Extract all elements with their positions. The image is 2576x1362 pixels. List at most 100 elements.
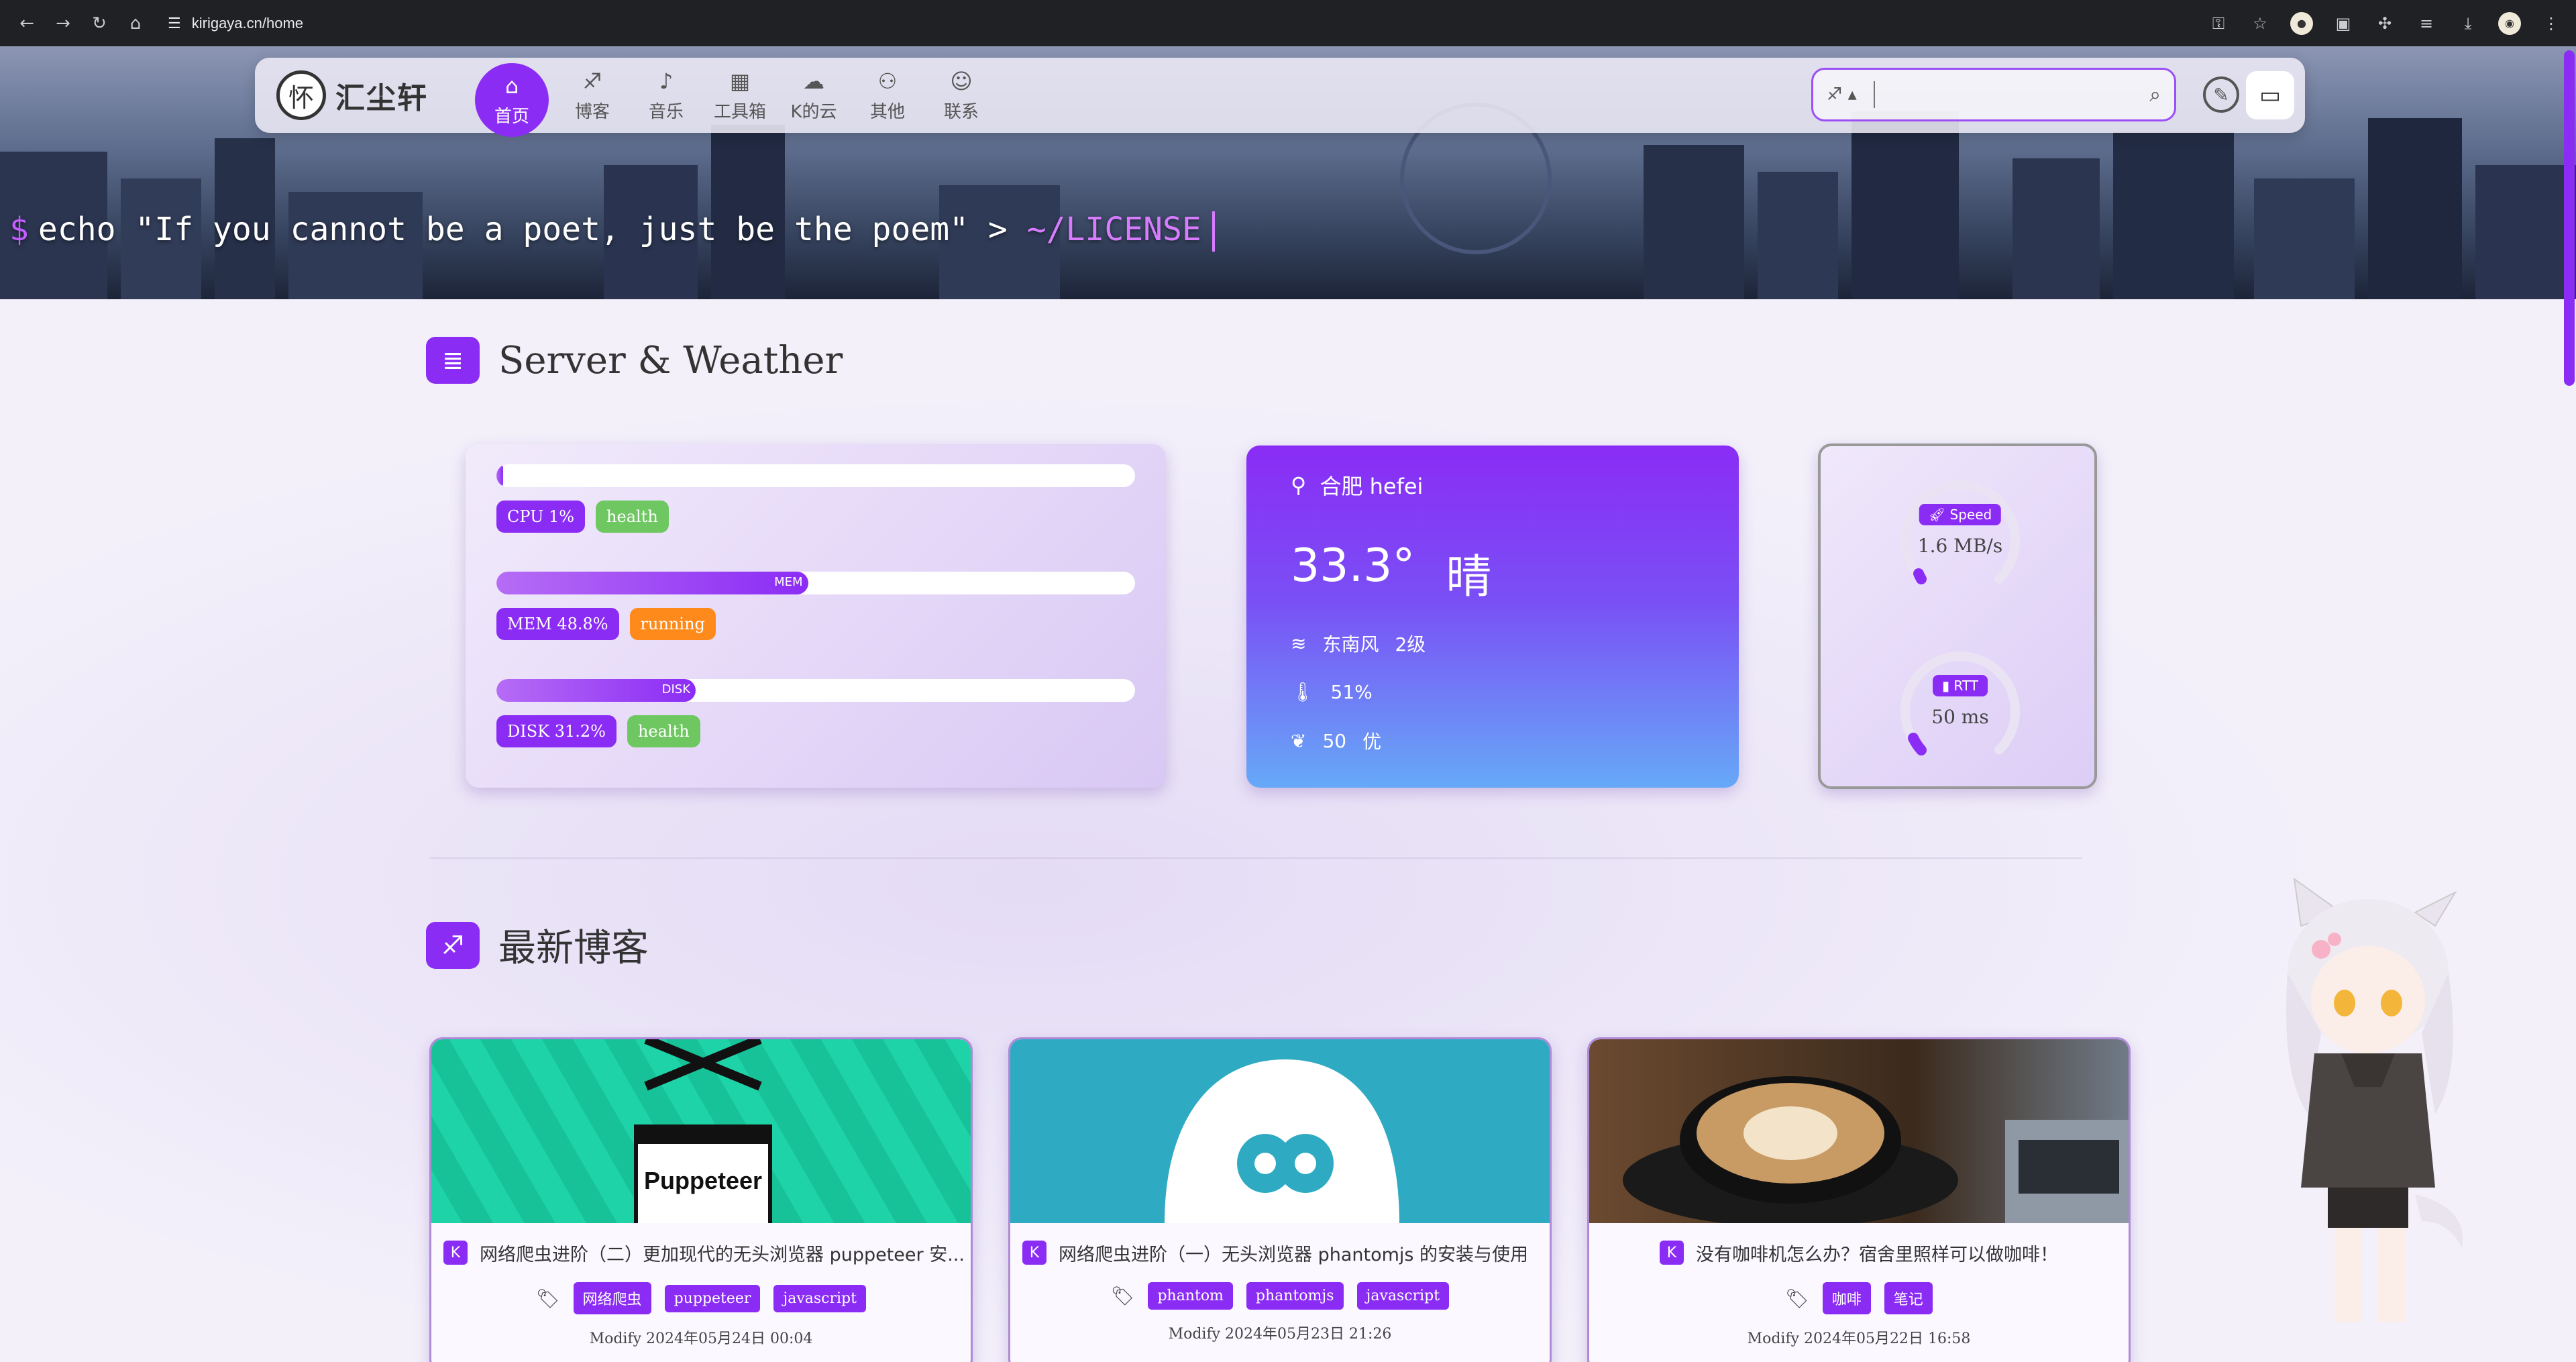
forward-icon[interactable]: →	[50, 10, 76, 37]
post-modified-date: Modify 2024年05月22日 16:58	[1747, 1330, 1971, 1347]
post-cover-image	[1589, 1039, 2129, 1223]
post-modified-date: Modify 2024年05月23日 21:26	[1168, 1326, 1392, 1343]
url-text: kirigaya.cn/home	[191, 14, 304, 32]
weather-main: 33.3° 晴	[1291, 539, 1695, 606]
blog-post-card[interactable]: Puppeteer K 网络爬虫进阶（二）更加现代的无头浏览器 puppetee…	[429, 1037, 973, 1362]
post-title-text: 网络爬虫进阶（一）无头浏览器 phantomjs 的安装与使用	[1059, 1244, 1529, 1265]
post-title[interactable]: K 网络爬虫进阶（一）无头浏览器 phantomjs 的安装与使用	[1010, 1223, 1550, 1282]
rtt-value: 50 ms	[1931, 706, 1989, 728]
reading-list-icon[interactable]: ≡	[2415, 12, 2438, 35]
post-cover-image	[1010, 1039, 1550, 1223]
mem-bar-text: MEM	[774, 575, 803, 589]
post-tag[interactable]: javascript	[1356, 1282, 1450, 1310]
user-avatar[interactable]: ▭	[2246, 71, 2294, 119]
site-logo[interactable]: 怀 汇尘轩	[270, 68, 435, 122]
rtt-label: ▮ RTT	[1933, 675, 1988, 696]
back-icon[interactable]: ←	[13, 10, 40, 37]
post-tag[interactable]: 笔记	[1884, 1282, 1933, 1314]
bookmark-star-icon[interactable]: ☆	[2249, 12, 2271, 35]
post-title[interactable]: K 没有咖啡机怎么办？宿舍里照样可以做咖啡！	[1589, 1223, 2129, 1282]
nav-item-blog[interactable]: ♐ 博客	[562, 58, 623, 133]
post-tags: 🏷︎ phantom phantomjs javascript	[1010, 1282, 1550, 1310]
search-engine-selector[interactable]: ♐ ▴	[1827, 85, 1874, 105]
post-tag[interactable]: phantom	[1148, 1282, 1233, 1310]
aqi-value: 50	[1322, 729, 1347, 752]
nav-item-label: 首页	[494, 106, 529, 127]
cpu-usage-badge: CPU 1%	[496, 501, 586, 533]
section-title-blog: ♐ 最新博客	[426, 918, 649, 972]
post-cover-image: Puppeteer	[431, 1039, 971, 1223]
mem-bar-fill: MEM	[496, 572, 808, 594]
section-divider	[429, 857, 2082, 859]
site-settings-icon[interactable]: ☰	[168, 15, 181, 32]
aqi-row: ❦ 50 优	[1291, 727, 1695, 754]
mem-status-badge: running	[629, 608, 716, 640]
post-tag[interactable]: phantomjs	[1246, 1282, 1344, 1310]
nav-item-toolbox[interactable]: ▦ 工具箱	[710, 58, 770, 133]
wind-row: ≋ 东南风 2级	[1291, 630, 1695, 657]
section-title-text: 最新博客	[498, 927, 649, 970]
address-bar[interactable]: ☰ kirigaya.cn/home	[168, 15, 303, 32]
rtt-label-text: RTT	[1953, 678, 1978, 694]
menu-icon[interactable]: ⋮	[2540, 12, 2563, 35]
command-path: ~/LICENSE	[1026, 211, 1201, 248]
author-badge-icon: K	[1022, 1241, 1046, 1265]
extension-avatar-icon[interactable]: ●	[2290, 11, 2313, 35]
anime-cat-girl-mascot[interactable]	[2261, 872, 2482, 1342]
nav-item-cloud[interactable]: ☁ K的云	[784, 58, 844, 133]
grid-icon: ▦	[729, 68, 751, 94]
command-text: echo "If you cannot be a poet, just be t…	[38, 211, 1008, 248]
search-input[interactable]	[1882, 84, 2150, 105]
disk-status-badge: health	[627, 715, 700, 747]
reload-icon[interactable]: ↻	[86, 10, 113, 37]
cpu-status-badge: health	[596, 501, 669, 533]
post-tag[interactable]: 网络爬虫	[573, 1282, 651, 1314]
mem-row: MEM MEM 48.8% running	[496, 572, 1135, 679]
thermometer-icon: 🌡︎	[1291, 681, 1315, 703]
post-title[interactable]: K 网络爬虫进阶（二）更加现代的无头浏览器 puppeteer 安...	[431, 1223, 971, 1282]
post-tags: 🏷︎ 网络爬虫 puppeteer javascript	[431, 1282, 971, 1314]
page-scrollbar[interactable]	[2561, 46, 2576, 1362]
nav-item-label: 其他	[869, 101, 905, 122]
edit-icon[interactable]: ✎	[2203, 76, 2239, 113]
download-icon[interactable]: ⤓	[2457, 12, 2479, 35]
coffee-cup-photo	[1623, 1076, 2129, 1223]
speed-gauge: 🚀︎ Speed 1.6 MB/s	[1893, 473, 2027, 607]
weather-location: ⚲ 合肥 hefei	[1291, 470, 1695, 501]
profile-icon[interactable]: ◉	[2498, 11, 2521, 35]
extension-icon[interactable]: ▣	[2332, 12, 2355, 35]
city-name: 合肥 hefei	[1320, 474, 1424, 499]
blog-icon: ♐	[426, 921, 480, 969]
guitar-icon: ♪	[659, 68, 674, 94]
search-icon[interactable]: ⌕	[2149, 83, 2161, 107]
prompt-symbol: $	[9, 211, 29, 248]
browser-toolbar: ← → ↻ ⌂ ☰ kirigaya.cn/home ⚿ ☆ ● ▣ ✣ ≡ ⤓…	[0, 0, 2576, 46]
puzzle-icon[interactable]: ✣	[2373, 12, 2396, 35]
mem-bar: MEM	[496, 572, 1135, 594]
disk-row: DISK DISK 31.2% health	[496, 679, 1135, 786]
leaf-icon: ❦	[1291, 729, 1307, 752]
tag-icon: 🏷︎	[536, 1287, 560, 1310]
scrollbar-thumb[interactable]	[2564, 50, 2575, 386]
post-tag[interactable]: puppeteer	[664, 1284, 761, 1312]
location-pin-icon: ⚲	[1291, 472, 1307, 498]
post-tag[interactable]: javascript	[773, 1284, 866, 1312]
blog-post-card[interactable]: K 网络爬虫进阶（一）无头浏览器 phantomjs 的安装与使用 🏷︎ pha…	[1008, 1037, 1552, 1362]
contact-icon: ☺	[950, 68, 973, 94]
nav-item-other[interactable]: ⚇ 其他	[857, 58, 918, 133]
binoculars-icon: ⚇	[877, 68, 898, 94]
section-title-server: ≣ Server & Weather	[426, 337, 843, 384]
post-tag[interactable]: 咖啡	[1822, 1282, 1871, 1314]
author-badge-icon: K	[1660, 1241, 1684, 1265]
password-icon[interactable]: ⚿	[2207, 12, 2230, 35]
search-divider	[1874, 81, 1875, 108]
nav-item-contact[interactable]: ☺ 联系	[931, 58, 991, 133]
logo-text: 汇尘轩	[335, 81, 428, 115]
nav-item-music[interactable]: ♪ 音乐	[636, 58, 696, 133]
disk-bar-fill: DISK	[496, 679, 696, 702]
blog-post-card[interactable]: K 没有咖啡机怎么办？宿舍里照样可以做咖啡！ 🏷︎ 咖啡 笔记 Modify 2…	[1587, 1037, 2131, 1362]
post-title-text: 没有咖啡机怎么办？宿舍里照样可以做咖啡！	[1696, 1244, 2058, 1265]
terminal-command-line: $ echo "If you cannot be a poet, just be …	[9, 211, 1215, 252]
home-icon[interactable]: ⌂	[122, 10, 149, 37]
nav-item-home[interactable]: ⌂ 首页	[475, 63, 549, 137]
